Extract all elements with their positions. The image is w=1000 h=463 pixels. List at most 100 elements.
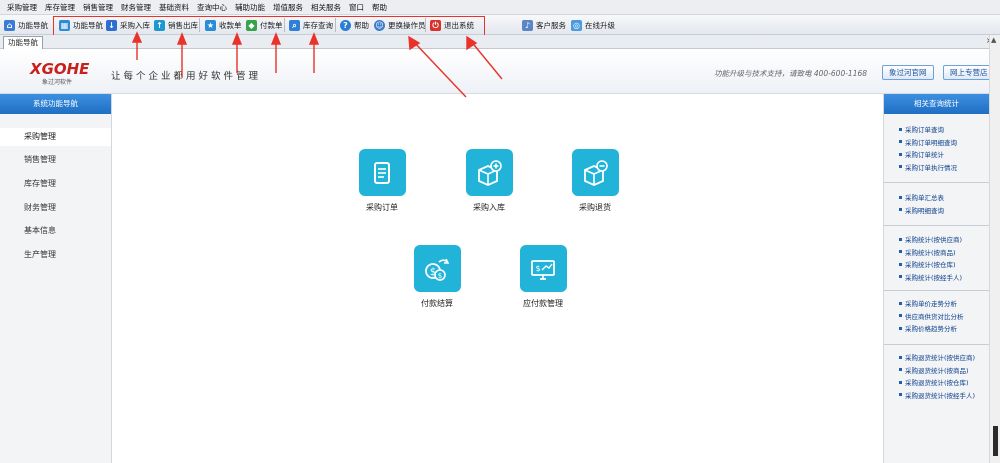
menu-basic-data[interactable]: 基础资料	[155, 0, 193, 15]
related-link[interactable]: 采购退货统计(按商品)	[884, 364, 990, 377]
scroll-up-arrow-icon[interactable]: ▲	[991, 36, 999, 44]
related-link[interactable]: 采购退货统计(按供应商)	[884, 351, 990, 364]
related-link[interactable]: 供应商供货对比分析	[884, 310, 990, 323]
menu-inventory[interactable]: 库存管理	[41, 0, 79, 15]
bullet-icon	[899, 301, 902, 305]
bullet-icon	[899, 140, 902, 144]
related-link-label: 采购统计(按仓库)	[905, 261, 956, 270]
left-panel-title: 系统功能导航	[0, 94, 111, 114]
bullet-icon	[899, 393, 902, 397]
sidebar-item-sales[interactable]: 销售管理	[0, 151, 111, 169]
function-purchase-order[interactable]: 采购订单	[347, 149, 417, 213]
menu-query-center[interactable]: 查询中心	[193, 0, 231, 15]
toolbar-home-button[interactable]: ⌂ 功能导航	[2, 17, 50, 33]
related-link-label: 采购订单查询	[905, 126, 944, 135]
related-link[interactable]: 采购订单统计	[884, 148, 990, 161]
menu-value-added[interactable]: 增值服务	[269, 0, 307, 15]
related-link-label: 采购单价走势分析	[905, 300, 957, 309]
toolbar-customer-service-label: 客户服务	[536, 20, 566, 30]
related-link[interactable]: 采购订单查询	[884, 123, 990, 136]
toolbar-home-label: 功能导航	[18, 20, 48, 30]
related-link-label: 采购退货统计(按经手人)	[905, 391, 976, 400]
related-link[interactable]: 采购价格趋势分析	[884, 322, 990, 335]
function-tile[interactable]	[465, 149, 513, 196]
menu-aux-functions[interactable]: 辅助功能	[231, 0, 269, 15]
related-link-label: 供应商供货对比分析	[905, 312, 964, 321]
sidebar-item-basic-info[interactable]: 基本信息	[0, 222, 111, 240]
upgrade-icon: ◎	[571, 19, 582, 31]
related-link-label: 采购统计(按经手人)	[905, 273, 963, 282]
related-link-label: 采购退货统计(按供应商)	[905, 354, 976, 363]
related-link[interactable]: 采购订单明细查询	[884, 136, 990, 149]
related-link[interactable]: 采购退货统计(按仓库)	[884, 376, 990, 389]
related-link[interactable]: 采购退货统计(按经手人)	[884, 389, 990, 402]
payable-screen-icon: $	[531, 259, 555, 280]
tab-bar: 功能导航 ×	[0, 35, 1000, 49]
online-store-button[interactable]: 网上专营店	[943, 65, 995, 80]
toolbar-customer-service-button[interactable]: ♪ 客户服务	[520, 17, 568, 33]
right-panel-title: 相关查询统计	[884, 94, 989, 114]
related-link-label: 采购订单统计	[905, 151, 944, 160]
related-link[interactable]: 采购统计(按商品)	[884, 246, 990, 259]
tab-function-nav[interactable]: 功能导航	[3, 36, 43, 49]
bullet-icon	[899, 195, 902, 199]
bullet-icon	[899, 208, 902, 212]
bullet-icon	[899, 127, 902, 131]
function-label: 采购入库	[473, 203, 505, 212]
related-link[interactable]: 采购明细查询	[884, 204, 990, 217]
function-label: 采购退货	[579, 203, 611, 212]
function-payment-settlement[interactable]: $ $ 付款结算	[402, 245, 472, 309]
service-icon: ♪	[522, 19, 533, 31]
related-link-label: 采购订单明细查询	[905, 138, 957, 147]
sidebar-item-production[interactable]: 生产管理	[0, 246, 111, 264]
related-link[interactable]: 采购单价走势分析	[884, 297, 990, 310]
function-tile[interactable]	[571, 149, 619, 196]
menu-help[interactable]: 帮助	[368, 0, 391, 15]
menu-related-services[interactable]: 相关服务	[307, 0, 345, 15]
support-hotline: 功能升级与技术支持，请致电 400-600-1168	[714, 69, 868, 78]
svg-text:$: $	[438, 272, 442, 280]
home-icon: ⌂	[4, 19, 15, 31]
toolbar-upgrade-label: 在线升级	[585, 20, 615, 30]
toolbar-upgrade-button[interactable]: ◎ 在线升级	[569, 17, 617, 33]
main-content: 采购订单 采购入库 采购退货 $ $ 付款结算 $ 应付款管理	[112, 94, 883, 463]
related-link-label: 采购单汇总表	[905, 194, 944, 203]
bullet-icon	[899, 250, 902, 254]
divider	[884, 290, 990, 291]
official-site-button[interactable]: 象过河官网	[882, 65, 934, 80]
sidebar-item-inventory[interactable]: 库存管理	[0, 175, 111, 193]
related-link[interactable]: 采购单汇总表	[884, 191, 990, 204]
scrollbar-thumb[interactable]	[993, 426, 998, 456]
sidebar-item-finance[interactable]: 财务管理	[0, 199, 111, 217]
function-tile[interactable]: $ $	[413, 245, 461, 292]
related-link[interactable]: 采购订单执行情况	[884, 161, 990, 174]
menu-sales[interactable]: 销售管理	[79, 0, 117, 15]
menu-window[interactable]: 窗口	[345, 0, 368, 15]
vertical-scrollbar[interactable]	[989, 35, 1000, 463]
related-link[interactable]: 采购统计(按经手人)	[884, 271, 990, 284]
function-payable-management[interactable]: $ 应付款管理	[508, 245, 578, 309]
function-label: 采购订单	[366, 203, 398, 212]
related-link[interactable]: 采购统计(按供应商)	[884, 233, 990, 246]
bullet-icon	[899, 262, 902, 266]
function-purchase-in[interactable]: 采购入库	[454, 149, 524, 213]
menu-purchase[interactable]: 采购管理	[3, 0, 41, 15]
money-exchange-icon: $ $	[425, 258, 450, 281]
menu-finance[interactable]: 财务管理	[117, 0, 155, 15]
related-link[interactable]: 采购统计(按仓库)	[884, 258, 990, 271]
related-link-label: 采购价格趋势分析	[905, 325, 957, 334]
related-links-group: 采购统计(按供应商) 采购统计(按商品) 采购统计(按仓库) 采购统计(按经手人…	[884, 233, 990, 283]
logo-subtitle: 象过河软件	[42, 79, 73, 86]
sidebar-item-purchase[interactable]: 采购管理	[0, 128, 111, 146]
bullet-icon	[899, 326, 902, 330]
function-tile[interactable]: $	[519, 245, 567, 292]
slogan: 让每个企业都用好软件管理	[111, 71, 262, 82]
related-links-group: 采购单汇总表 采购明细查询	[884, 191, 990, 216]
related-links-group: 采购订单查询 采购订单明细查询 采购订单统计 采购订单执行情况	[884, 123, 990, 173]
header-banner: XGOHE 象过河软件 让每个企业都用好软件管理 功能升级与技术支持，请致电 4…	[0, 49, 1000, 94]
function-label: 付款结算	[421, 299, 453, 308]
function-tile[interactable]	[358, 149, 406, 196]
function-purchase-return[interactable]: 采购退货	[560, 149, 630, 213]
svg-text:$: $	[535, 264, 540, 273]
related-link-label: 采购明细查询	[905, 206, 944, 215]
